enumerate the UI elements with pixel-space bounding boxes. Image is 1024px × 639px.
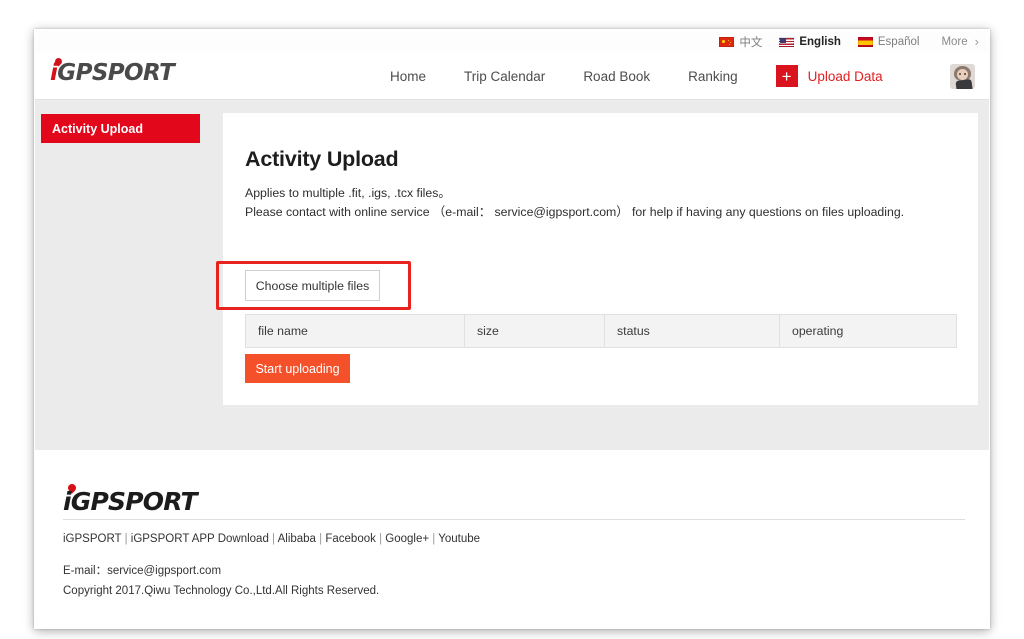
nav-item-road-book[interactable]: Road Book <box>583 69 650 84</box>
screenshot-frame: 中文 English Español More › iGPSPORT Home … <box>0 0 1024 639</box>
language-option-chinese-label: 中文 <box>739 36 763 49</box>
description-line-2: Please contact with online service （e-ma… <box>245 205 905 219</box>
column-header-size: size <box>464 314 605 348</box>
page-title: Activity Upload <box>245 147 399 171</box>
content-band: Activity Upload Activity Upload Applies … <box>35 100 989 450</box>
language-option-english-label: English <box>799 35 841 48</box>
footer-brand-logo-initial: i <box>63 487 72 516</box>
footer-links: iGPSPORT | iGPSPORT APP Download | Aliba… <box>63 533 480 545</box>
footer-link-igpsport[interactable]: iGPSPORT <box>63 533 121 545</box>
footer-link-youtube[interactable]: Youtube <box>438 533 480 545</box>
avatar[interactable] <box>950 64 975 89</box>
brand-logo-rest: GPSPORT <box>57 60 175 86</box>
chevron-right-icon: › <box>974 34 979 49</box>
description-line-1: Applies to multiple .fit, .igs, .tcx fil… <box>245 186 451 200</box>
site-footer: iGPSPORT iGPSPORT | iGPSPORT APP Downloa… <box>35 450 989 628</box>
choose-multiple-files-button[interactable]: Choose multiple files <box>245 270 380 301</box>
language-option-spanish-label: Español <box>877 35 920 48</box>
more-languages-link[interactable]: More › <box>941 35 979 48</box>
language-option-spanish[interactable]: Español <box>857 35 920 48</box>
sidebar: Activity Upload <box>35 100 223 450</box>
footer-link-google[interactable]: Google+ <box>385 533 429 545</box>
footer-link-separator: | <box>315 533 326 545</box>
footer-link-separator: | <box>121 533 131 545</box>
footer-link-igpsport-app-download[interactable]: iGPSPORT APP Download <box>131 533 269 545</box>
footer-brand-logo-rest: GPSPORT <box>70 487 198 516</box>
footer-link-alibaba[interactable]: Alibaba <box>278 533 316 545</box>
footer-copyright: Copyright 2017.Qiwu Technology Co.,Ltd.A… <box>63 585 380 597</box>
language-option-english[interactable]: English <box>779 36 841 48</box>
site-header: iGPSPORT Home Trip Calendar Road Book Ra… <box>35 53 989 100</box>
file-upload-table: file name size status operating <box>245 314 957 348</box>
flag-es-icon <box>857 36 873 47</box>
nav-item-ranking[interactable]: Ranking <box>688 69 738 84</box>
nav-item-home[interactable]: Home <box>390 69 426 84</box>
column-header-operating: operating <box>779 314 957 348</box>
footer-link-facebook[interactable]: Facebook <box>325 533 376 545</box>
flag-us-icon <box>779 36 795 47</box>
flag-cn-icon <box>719 36 735 47</box>
avatar-eye-right <box>964 73 966 75</box>
footer-email: E-mail：service@igpsport.com <box>63 565 222 577</box>
language-bar: 中文 English Español More › <box>35 30 989 53</box>
column-header-status: status <box>604 314 780 348</box>
nav-item-trip-calendar[interactable]: Trip Calendar <box>464 69 545 84</box>
footer-link-separator: | <box>268 533 278 545</box>
footer-link-separator: | <box>375 533 386 545</box>
more-languages-label: More <box>941 35 968 48</box>
nav-item-upload-data[interactable]: + Upload Data <box>775 65 883 87</box>
footer-brand-logo: iGPSPORT <box>63 487 198 516</box>
language-option-chinese[interactable]: 中文 <box>719 34 762 50</box>
brand-logo[interactable]: iGPSPORT <box>50 60 175 86</box>
column-header-file-name: file name <box>245 314 465 348</box>
start-uploading-button[interactable]: Start uploading <box>245 354 350 383</box>
table-header-row: file name size status operating <box>245 314 957 348</box>
nav-item-upload-data-label: Upload Data <box>807 68 883 84</box>
footer-link-separator: | <box>429 533 439 545</box>
avatar-eye-left <box>959 73 961 75</box>
sidebar-item-activity-upload-label: Activity Upload <box>52 121 143 136</box>
plus-icon: + <box>775 65 798 87</box>
footer-divider <box>63 519 965 520</box>
main-panel: Activity Upload Applies to multiple .fit… <box>216 113 978 405</box>
main-navigation: Home Trip Calendar Road Book Ranking + U… <box>390 53 883 99</box>
avatar-body <box>955 78 973 89</box>
sidebar-item-activity-upload[interactable]: Activity Upload <box>41 114 200 143</box>
